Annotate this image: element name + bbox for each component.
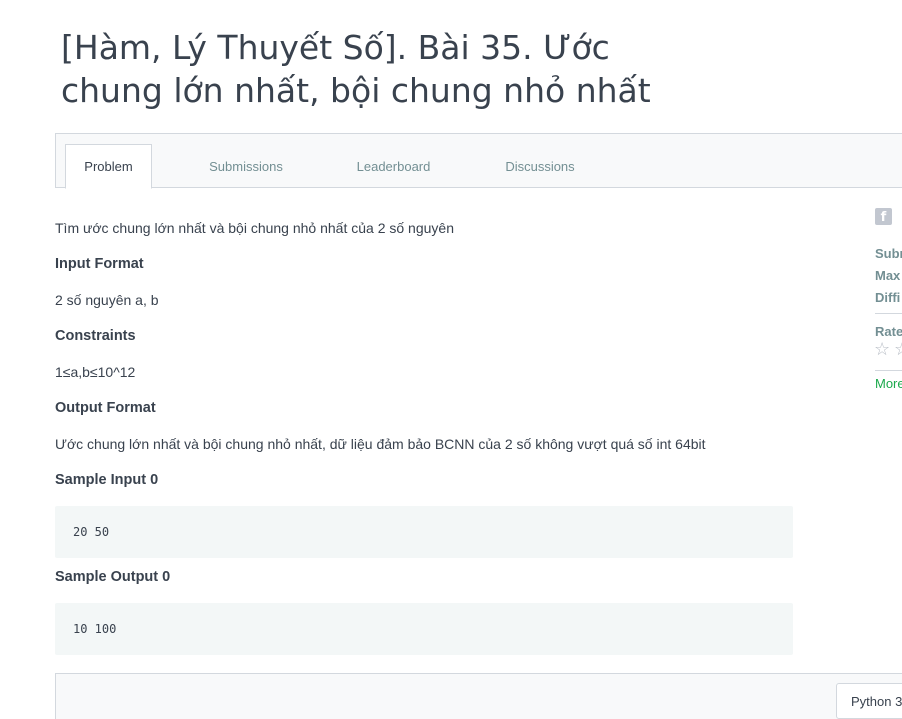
difficulty-label: Diffi xyxy=(875,290,901,305)
more-link[interactable]: More xyxy=(875,376,902,391)
tab-submissions[interactable]: Submissions xyxy=(191,144,301,189)
code-editor-panel: Python 3 xyxy=(55,673,902,719)
star-icon[interactable]: ☆ xyxy=(894,339,902,360)
challenge-page: [Hàm, Lý Thuyết Số]. Bài 35. Ước chung l… xyxy=(0,0,902,719)
sample-input-heading: Sample Input 0 xyxy=(55,472,159,488)
constraints-heading: Constraints xyxy=(55,328,136,344)
tab-leaderboard[interactable]: Leaderboard xyxy=(341,144,446,189)
sample-output-box: 10 100 xyxy=(55,603,793,655)
output-format-heading: Output Format xyxy=(55,400,156,416)
sample-output-code: 10 100 xyxy=(73,622,117,636)
submitted-label: Subm xyxy=(875,246,902,261)
tab-bar: Problem Submissions Leaderboard Discussi… xyxy=(55,133,902,189)
facebook-icon[interactable]: f xyxy=(875,208,892,225)
input-format-text: 2 số nguyên a, b xyxy=(55,292,159,308)
output-format-text: Ước chung lớn nhất và bội chung nhỏ nhất… xyxy=(55,436,706,452)
language-select[interactable]: Python 3 xyxy=(836,683,902,719)
sidebar-divider xyxy=(875,370,902,371)
input-format-heading: Input Format xyxy=(55,256,144,272)
constraints-text: 1≤a,b≤10^12 xyxy=(55,364,136,380)
star-icon[interactable]: ☆ xyxy=(874,339,890,360)
sidebar-divider xyxy=(875,313,902,314)
rate-label: Rate xyxy=(875,324,902,339)
problem-description: Tìm ước chung lớn nhất và bội chung nhỏ … xyxy=(55,220,454,236)
tab-problem[interactable]: Problem xyxy=(65,144,152,189)
page-title: [Hàm, Lý Thuyết Số]. Bài 35. Ước chung l… xyxy=(61,28,651,110)
tab-discussions[interactable]: Discussions xyxy=(488,144,592,189)
sample-input-code: 20 50 xyxy=(73,525,110,539)
max-score-label: Max xyxy=(875,268,901,283)
sample-input-box: 20 50 xyxy=(55,506,793,558)
sample-output-heading: Sample Output 0 xyxy=(55,569,171,585)
